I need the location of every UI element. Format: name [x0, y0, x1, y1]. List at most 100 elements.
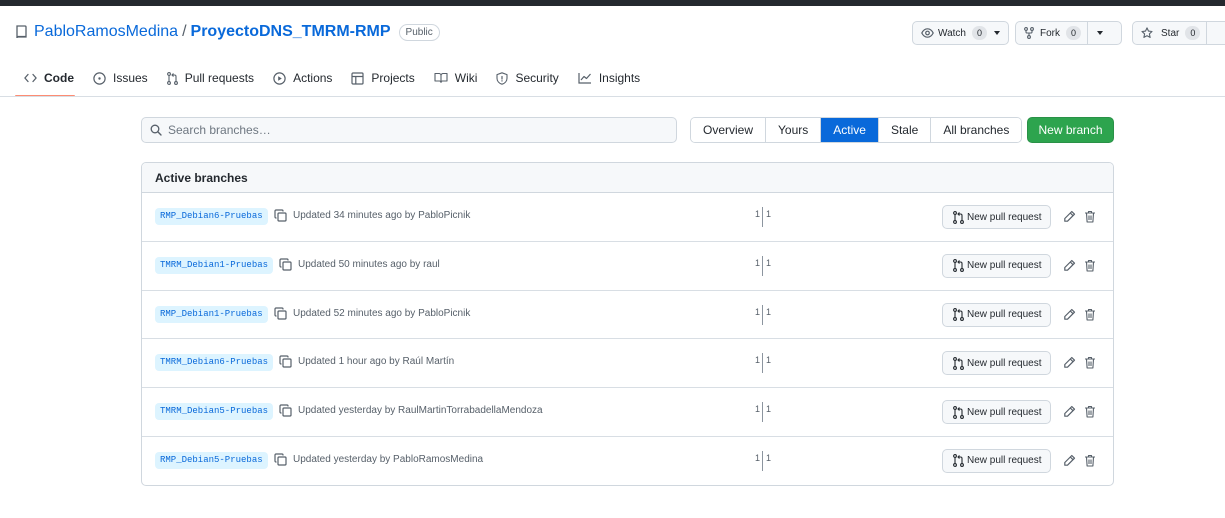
ahead-behind-divider — [762, 353, 763, 374]
fork-icon — [1024, 27, 1034, 39]
ahead-behind-divider — [762, 304, 763, 325]
behind-count: 1 — [766, 306, 772, 317]
ahead-count: 1 — [754, 257, 760, 268]
tab-issues[interactable]: Issues — [84, 64, 157, 92]
tab-label: Actions — [293, 71, 333, 85]
trash-icon[interactable] — [1084, 308, 1096, 321]
new-pull-request-button[interactable]: New pull request — [942, 205, 1051, 229]
filter-stale[interactable]: Stale — [878, 118, 932, 142]
star-count: 0 — [1185, 26, 1201, 40]
filter-yours[interactable]: Yours — [766, 118, 822, 142]
trash-icon[interactable] — [1084, 210, 1096, 223]
new-pull-request-button[interactable]: New pull request — [942, 448, 1051, 473]
global-header-bar — [0, 0, 1225, 6]
new-pull-request-button[interactable]: New pull request — [942, 302, 1051, 327]
copy-icon[interactable] — [274, 306, 287, 320]
branch-list-title: Active branches — [142, 163, 1113, 193]
new-pull-request-label: New pull request — [967, 455, 1042, 467]
branch-updated: Updated 34 minutes ago by PabloPicnik — [293, 210, 471, 221]
tab-security[interactable]: Security — [487, 64, 567, 92]
star-button[interactable]: Star 0 — [1133, 22, 1206, 44]
pull-request-icon — [953, 405, 964, 419]
tab-pull-requests[interactable]: Pull requests — [158, 64, 263, 92]
behind-count: 1 — [766, 404, 772, 415]
new-pull-request-label: New pull request — [967, 260, 1042, 272]
fork-button-group: Fork 0 — [1015, 21, 1122, 45]
tab-actions[interactable]: Actions — [264, 64, 341, 92]
filter-all-branches[interactable]: All branches — [931, 118, 1022, 142]
tab-insights[interactable]: Insights — [569, 64, 649, 92]
branch-updated: Updated yesterday by RaulMartinTorrabade… — [298, 405, 543, 417]
branch-row: TMRM_Debian5-Pruebas Updated yesterday b… — [142, 388, 1113, 437]
trash-icon[interactable] — [1084, 259, 1096, 272]
fork-dropdown[interactable] — [1088, 22, 1112, 44]
watch-button[interactable]: Watch 0 — [912, 21, 1009, 45]
repo-owner-link[interactable]: PabloRamosMedina — [34, 23, 178, 41]
branch-name[interactable]: TMRM_Debian6-Pruebas — [155, 354, 274, 372]
copy-icon[interactable] — [274, 209, 287, 222]
fork-label: Fork — [1040, 27, 1060, 39]
copy-icon[interactable] — [279, 355, 292, 368]
visibility-badge: Public — [398, 23, 440, 41]
ahead-count: 1 — [754, 355, 760, 366]
new-pull-request-label: New pull request — [967, 357, 1042, 369]
new-pull-request-label: New pull request — [967, 309, 1042, 321]
branch-updated: Updated 50 minutes ago by raul — [298, 258, 440, 270]
branch-updated: Updated 1 hour ago by Raúl Martín — [298, 356, 455, 368]
new-pull-request-label: New pull request — [967, 406, 1042, 418]
branch-name[interactable]: TMRM_Debian1-Pruebas — [155, 256, 274, 274]
tab-label: Projects — [371, 71, 415, 85]
copy-icon[interactable] — [279, 258, 292, 271]
pencil-icon[interactable] — [1063, 405, 1076, 418]
ahead-count: 1 — [754, 306, 760, 317]
branch-name[interactable]: RMP_Debian1-Pruebas — [155, 305, 268, 323]
new-pull-request-label: New pull request — [967, 211, 1042, 223]
trash-icon[interactable] — [1084, 454, 1096, 467]
tab-projects[interactable]: Projects — [342, 64, 423, 92]
branch-name[interactable]: RMP_Debian5-Pruebas — [155, 451, 268, 469]
pencil-icon[interactable] — [1063, 356, 1076, 369]
pencil-icon[interactable] — [1063, 308, 1076, 321]
ahead-behind-divider — [762, 255, 763, 276]
search-icon — [150, 124, 162, 136]
ahead-behind-divider — [762, 402, 763, 423]
star-button-group: Star 0 — [1132, 21, 1225, 45]
pencil-icon[interactable] — [1063, 454, 1076, 467]
new-pull-request-button[interactable]: New pull request — [942, 400, 1051, 425]
branch-list: Active branches RMP_Debian6-Pruebas Upda… — [141, 162, 1114, 486]
branch-name[interactable]: TMRM_Debian5-Pruebas — [155, 403, 274, 421]
repo-name-link[interactable]: ProyectoDNS_TMRM-RMP — [191, 23, 391, 41]
pencil-icon[interactable] — [1063, 210, 1076, 223]
eye-icon — [921, 28, 934, 38]
copy-icon[interactable] — [274, 453, 287, 466]
tab-label: Security — [515, 71, 559, 85]
repo-nav: Code Issues Pull requests Actions Projec… — [15, 64, 650, 97]
branch-filter-group: Overview Yours Active Stale All branches — [690, 117, 1023, 143]
pencil-icon[interactable] — [1063, 259, 1076, 272]
branch-search[interactable] — [141, 117, 677, 143]
pull-request-icon — [953, 210, 964, 224]
new-pull-request-button[interactable]: New pull request — [942, 351, 1051, 376]
code-icon — [24, 73, 37, 83]
search-input[interactable] — [168, 123, 648, 137]
trash-icon[interactable] — [1084, 405, 1096, 418]
chevron-down-icon — [1097, 31, 1104, 35]
filter-overview[interactable]: Overview — [691, 118, 767, 142]
ahead-count: 1 — [754, 404, 760, 415]
watch-label: Watch — [938, 27, 966, 39]
behind-count: 1 — [766, 257, 772, 268]
fork-button[interactable]: Fork 0 — [1016, 22, 1087, 44]
new-branch-button[interactable]: New branch — [1027, 117, 1114, 143]
tab-label: Wiki — [454, 71, 478, 85]
tab-code[interactable]: Code — [15, 64, 83, 92]
shield-icon — [496, 71, 509, 85]
tab-wiki[interactable]: Wiki — [425, 64, 487, 92]
behind-count: 1 — [766, 209, 772, 219]
new-pull-request-button[interactable]: New pull request — [942, 253, 1051, 278]
branch-name[interactable]: RMP_Debian6-Pruebas — [155, 208, 268, 225]
copy-icon[interactable] — [279, 404, 292, 417]
trash-icon[interactable] — [1084, 356, 1096, 369]
filter-active[interactable]: Active — [821, 118, 879, 142]
branch-updated: Updated 52 minutes ago by PabloPicnik — [293, 307, 471, 319]
button-divider — [1206, 22, 1208, 44]
